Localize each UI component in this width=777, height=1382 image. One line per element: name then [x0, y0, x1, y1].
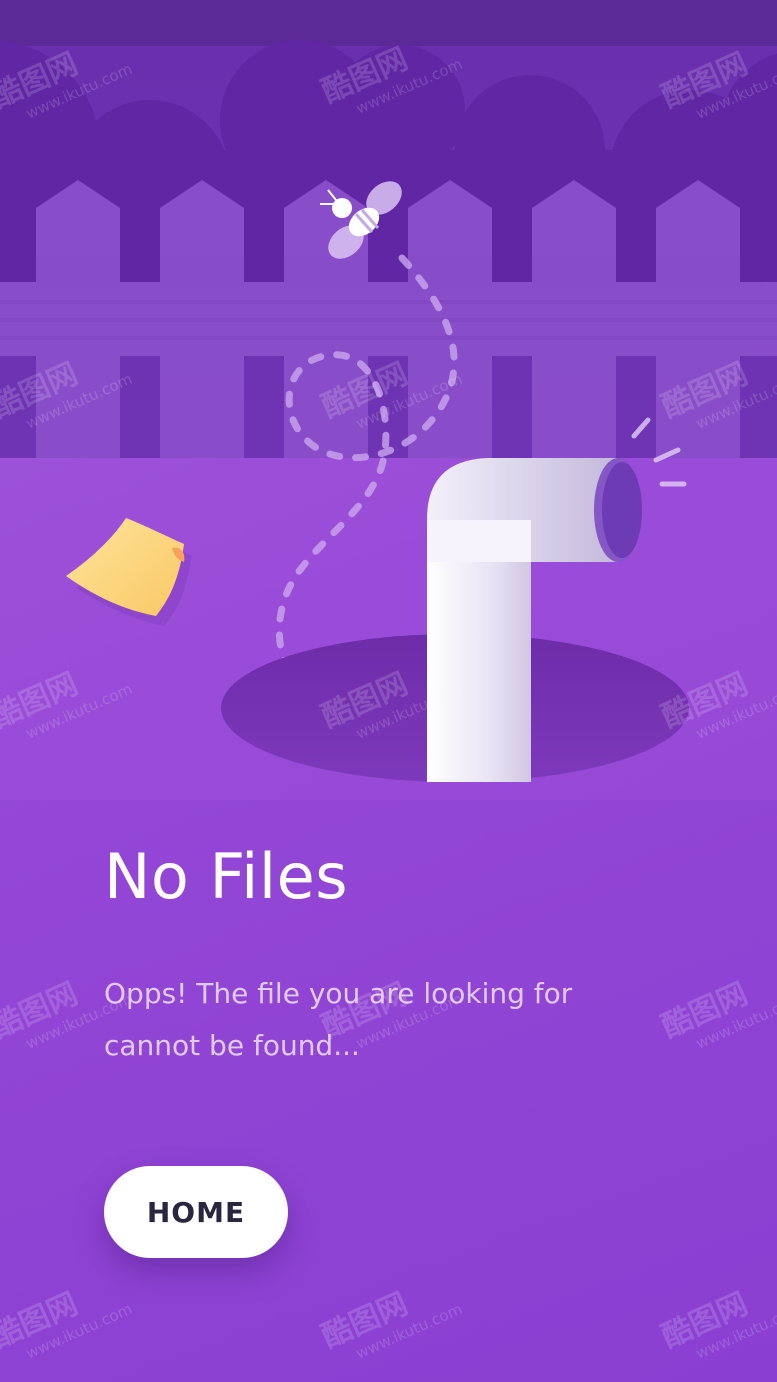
- home-button[interactable]: HOME: [104, 1166, 288, 1258]
- error-message: Opps! The file you are looking for canno…: [104, 968, 664, 1072]
- error-message-line-2: cannot be found...: [104, 1029, 360, 1062]
- watermark: 酷图网www.ikutu.com: [316, 1286, 465, 1363]
- error-message-line-1: Opps! The file you are looking for: [104, 977, 573, 1010]
- watermark: 酷图网www.ikutu.com: [656, 1286, 777, 1363]
- empty-state-illustration: [0, 40, 777, 800]
- watermark: 酷图网www.ikutu.com: [0, 1286, 135, 1363]
- page-title: No Files: [104, 840, 349, 913]
- watermark: 酷图网www.ikutu.com: [656, 976, 777, 1053]
